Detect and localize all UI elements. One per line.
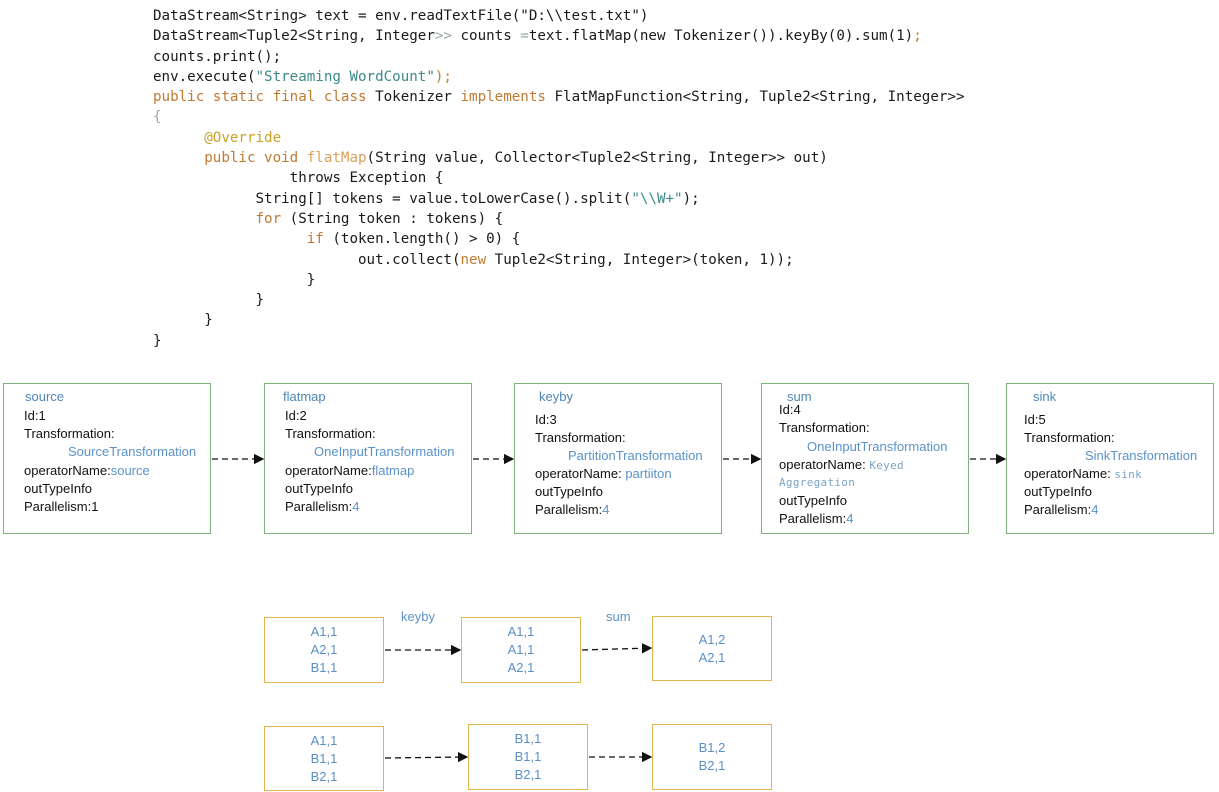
arrow-sum-partition-1 [581, 643, 653, 654]
connector-arrows [212, 453, 1007, 763]
arrow-keyby-partition-2 [384, 751, 469, 763]
